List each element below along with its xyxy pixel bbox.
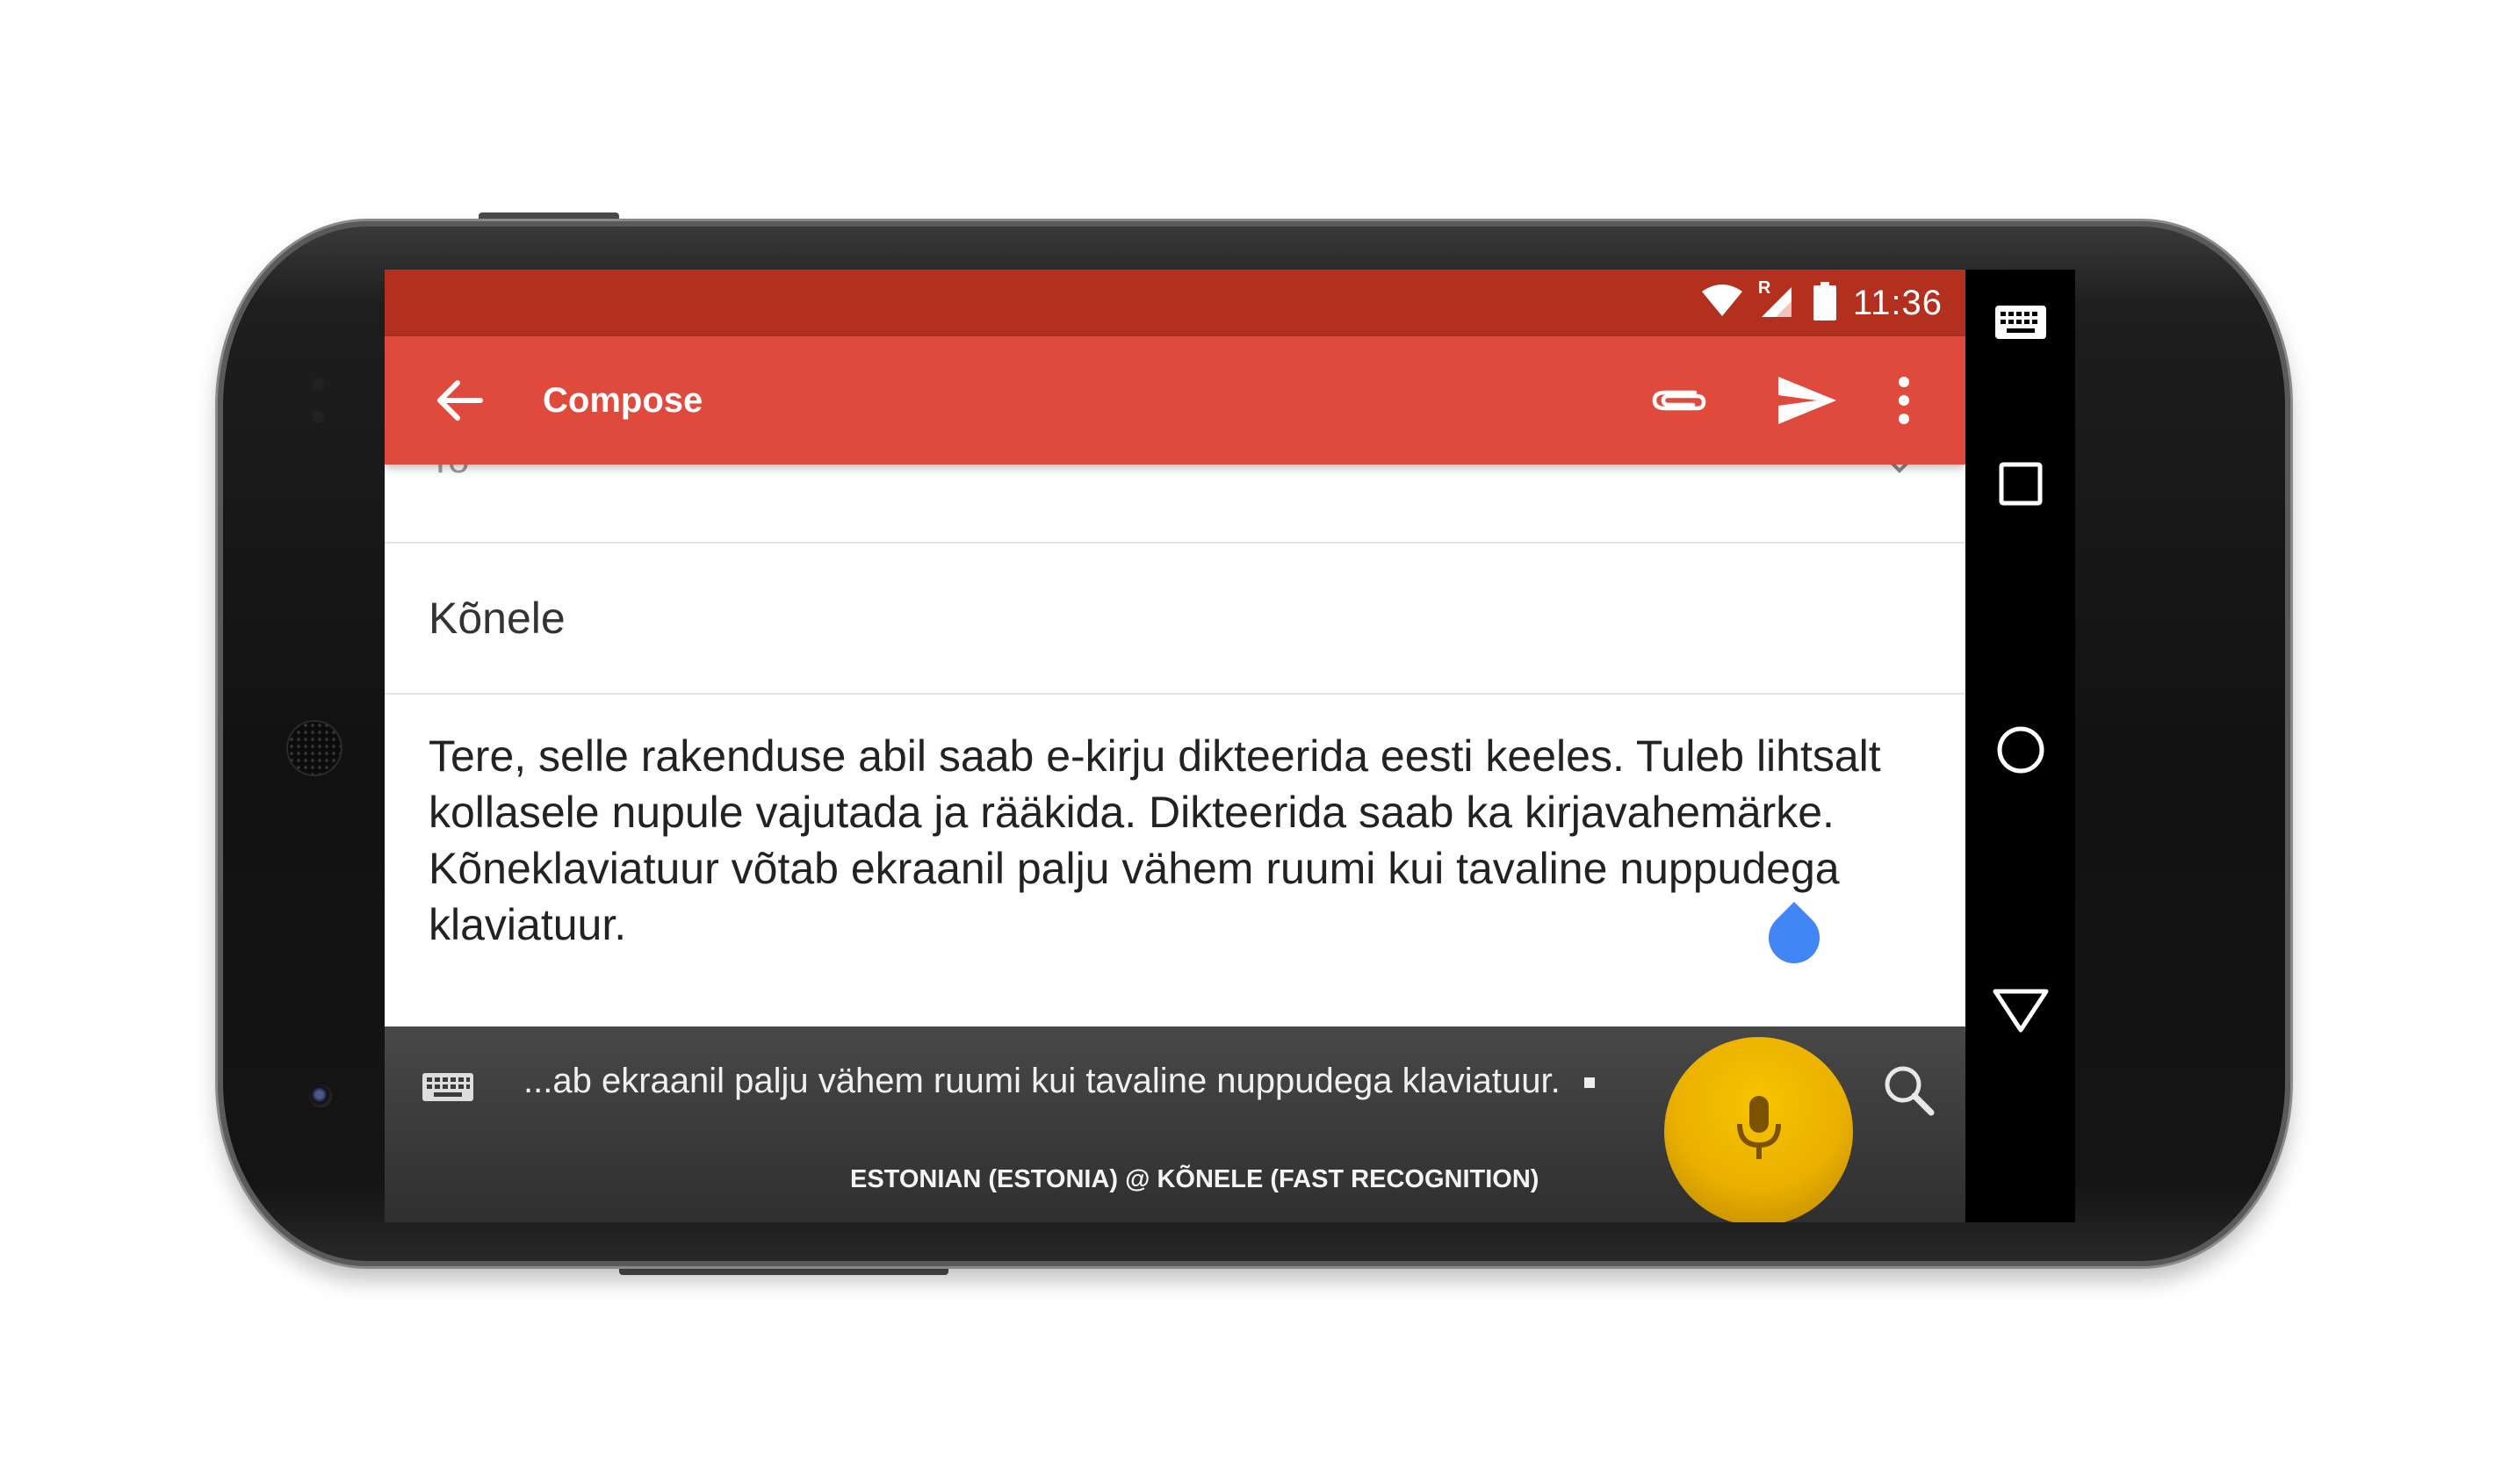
proximity-sensor (312, 378, 324, 390)
send-icon[interactable] (1772, 336, 1842, 465)
arrow-back-icon[interactable] (429, 336, 490, 465)
keyboard-icon[interactable] (422, 1072, 474, 1106)
wifi-icon (1701, 284, 1742, 322)
mic-button[interactable] (1664, 1037, 1853, 1222)
transcript-value: ...ab ekraanil palju vähem ruumi kui tav… (523, 1062, 1561, 1100)
keyboard-switch-icon[interactable] (1965, 305, 2075, 340)
compose-form: To Kõnele Tere, selle rakenduse abil saa… (385, 438, 1965, 1027)
more-vert-icon[interactable] (1886, 336, 1921, 465)
app-bar: Compose (385, 336, 1965, 465)
speaker-grille (288, 722, 341, 774)
battery-icon (1813, 281, 1837, 325)
mic-icon (1734, 1094, 1784, 1169)
light-sensor (312, 411, 324, 423)
home-icon[interactable] (1965, 724, 2075, 775)
language-label[interactable]: ESTONIAN (ESTONIA) @ KÕNELE (FAST RECOGN… (850, 1165, 1539, 1194)
roaming-label: R (1757, 277, 1771, 298)
screen: R 11:36 Compose To Kõnele (385, 270, 2075, 1222)
transcript-text: ...ab ekraanil palju vähem ruumi kui tav… (523, 1062, 1595, 1101)
front-camera (309, 1084, 332, 1107)
back-triangle-icon[interactable] (1965, 988, 2075, 1034)
subject-text: Kõnele (429, 594, 566, 643)
body-field[interactable]: Tere, selle rakenduse abil saab e-kirju … (429, 728, 1921, 953)
navigation-bar (1965, 270, 2075, 1222)
attach-icon[interactable] (1645, 336, 1715, 465)
status-square-icon (1583, 1077, 1595, 1089)
recents-icon[interactable] (1965, 461, 2075, 507)
search-icon[interactable] (1882, 1063, 1935, 1120)
app-title: Compose (543, 381, 703, 420)
status-bar: R 11:36 (385, 270, 1965, 336)
subject-field[interactable]: Kõnele (385, 544, 1965, 695)
to-field[interactable]: To (385, 438, 1965, 544)
status-time: 11:36 (1852, 283, 1943, 322)
signal-roaming-icon: R (1758, 278, 1797, 323)
speech-keyboard: ...ab ekraanil palju vähem ruumi kui tav… (385, 1027, 1965, 1222)
